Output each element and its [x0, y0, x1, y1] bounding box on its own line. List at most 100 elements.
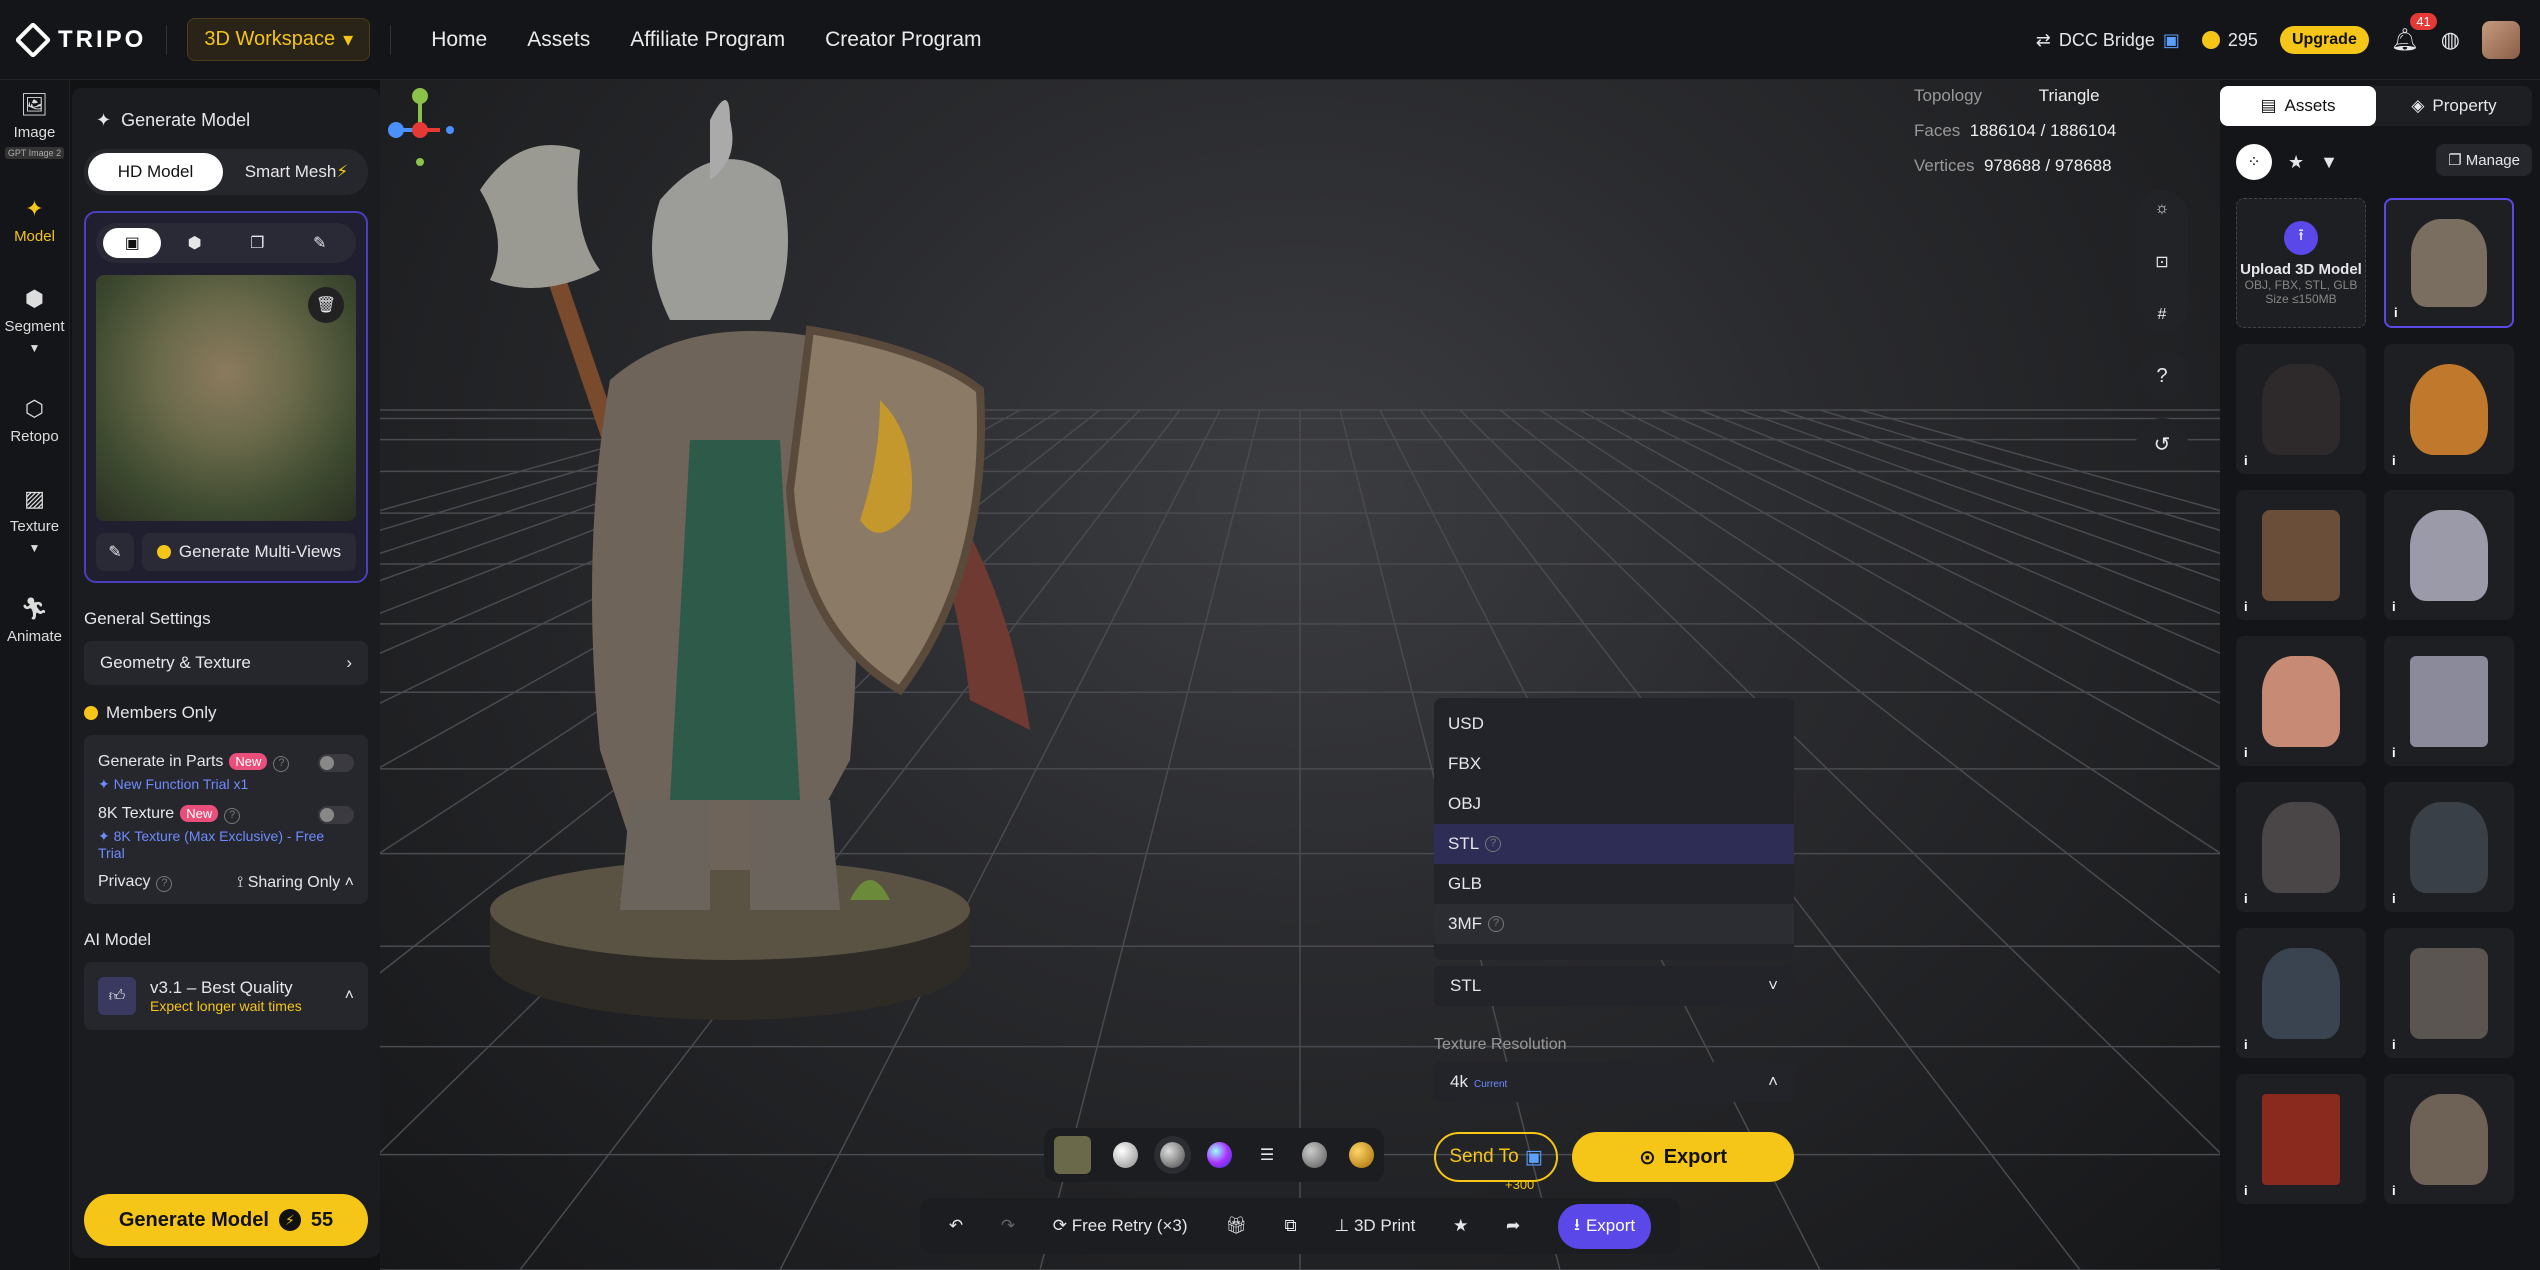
knight-model[interactable] — [380, 80, 1080, 1040]
credits-display[interactable]: 295 — [2201, 30, 2258, 51]
format-option-3mf[interactable]: 3MF? — [1434, 904, 1794, 944]
manage-button[interactable]: ❐ Manage — [2436, 144, 2532, 176]
rail-model[interactable]: ✦ Model — [0, 170, 69, 270]
info-icon[interactable]: i — [2392, 745, 2396, 760]
info-icon[interactable]: i — [2244, 745, 2248, 760]
nav-creator[interactable]: Creator Program — [825, 28, 981, 52]
asset-tile[interactable]: i — [2236, 490, 2366, 620]
star-icon[interactable]: ★ — [2288, 152, 2304, 173]
help-icon[interactable]: ? — [1485, 836, 1502, 852]
camera-icon[interactable]: ⊡ — [2155, 252, 2168, 272]
redo-icon[interactable]: ↷ — [1001, 1216, 1015, 1236]
grid-view-icon[interactable]: ⁘ — [2236, 144, 2272, 180]
upload-3d-model-tile[interactable]: ⭱ Upload 3D Model OBJ, FBX, STL, GLB Siz… — [2236, 198, 2366, 328]
normal-sphere-icon[interactable] — [1207, 1142, 1233, 1168]
texture-resolution-select[interactable]: 4k Current ˄ — [1434, 1062, 1794, 1102]
asset-tile[interactable]: i — [2236, 344, 2366, 474]
format-option-glb[interactable]: GLB — [1434, 864, 1794, 904]
format-option-stl[interactable]: STL? — [1434, 824, 1794, 864]
help-icon[interactable]: ? — [224, 808, 241, 824]
nav-affiliate[interactable]: Affiliate Program — [630, 28, 785, 52]
export-button[interactable]: ⭳ Export — [1558, 1203, 1652, 1249]
asset-tile[interactable]: i — [2384, 636, 2514, 766]
info-icon[interactable]: i — [2244, 891, 2248, 906]
info-icon[interactable]: i — [2392, 1037, 2396, 1052]
info-icon[interactable]: i — [2244, 453, 2248, 468]
history-icon[interactable]: ↺ — [2136, 418, 2188, 470]
rail-texture[interactable]: ▨ Texture ▼ — [0, 470, 69, 570]
8k-texture-toggle[interactable] — [318, 805, 354, 824]
rail-animate[interactable]: 🏃︎ Animate — [0, 570, 69, 670]
gold-sphere-icon[interactable] — [1348, 1142, 1375, 1168]
info-icon[interactable]: i — [2244, 599, 2248, 614]
ai-model-selector[interactable]: 👍︎ v3.1 – Best Quality Expect longer wai… — [84, 962, 368, 1030]
info-icon[interactable]: i — [2244, 1037, 2248, 1052]
clay-sphere-icon[interactable] — [1112, 1142, 1139, 1168]
avatar[interactable] — [2482, 21, 2520, 59]
generate-model-button[interactable]: Generate Model ⚡︎ 55 — [84, 1194, 368, 1246]
sharing-dropdown[interactable]: ⟟ Sharing Only ˄ — [237, 874, 354, 892]
geometry-texture-row[interactable]: Geometry & Texture › — [84, 641, 368, 685]
help-icon[interactable]: ? — [1488, 916, 1504, 932]
format-select[interactable]: STL ˅ — [1434, 966, 1794, 1006]
undo-icon[interactable]: ↶ — [949, 1216, 963, 1236]
asset-tile[interactable]: i — [2236, 1074, 2366, 1204]
single-image-tab[interactable]: ▣ — [103, 228, 162, 258]
asset-tile[interactable]: i — [2236, 928, 2366, 1058]
info-icon[interactable]: i — [2392, 453, 2396, 468]
asset-tile[interactable]: i — [2384, 344, 2514, 474]
info-icon[interactable]: i — [2392, 1183, 2396, 1198]
light-icon[interactable]: ☼ — [2155, 200, 2170, 218]
filter-icon[interactable]: ▼ — [2320, 152, 2338, 173]
share-icon[interactable]: ➦ — [1506, 1216, 1520, 1236]
export-confirm-button[interactable]: ⊙ Export — [1572, 1132, 1794, 1182]
edit-image-button[interactable]: ✎ — [96, 533, 134, 571]
generate-multiviews-button[interactable]: Generate Multi-Views — [142, 533, 356, 571]
help-button[interactable]: ? — [2136, 350, 2188, 402]
asset-tile[interactable]: i — [2384, 198, 2514, 328]
star-icon[interactable]: ★ — [1453, 1216, 1468, 1236]
globe-icon[interactable]: ◍ — [2441, 27, 2460, 53]
multi-image-tab[interactable]: ❐ — [228, 228, 286, 258]
info-icon[interactable]: i — [2394, 305, 2398, 320]
format-option-usd[interactable]: USD — [1434, 704, 1794, 744]
asset-tile[interactable]: i — [2236, 636, 2366, 766]
input-image-preview[interactable]: 🗑︎ — [96, 275, 356, 521]
info-icon[interactable]: i — [2244, 1183, 2248, 1198]
asset-tile[interactable]: i — [2236, 782, 2366, 912]
format-option-obj[interactable]: OBJ — [1434, 784, 1794, 824]
trash-icon[interactable]: 🗑︎ — [308, 287, 344, 323]
reference-thumbnail[interactable] — [1054, 1136, 1091, 1174]
rail-segment[interactable]: ⬢ Segment ▼ — [0, 270, 69, 370]
sliders-icon[interactable]: ☰ — [1254, 1142, 1279, 1168]
tab-assets[interactable]: ▤ Assets — [2220, 86, 2376, 126]
info-icon[interactable]: i — [2392, 891, 2396, 906]
grey-sphere-icon[interactable] — [1301, 1142, 1327, 1168]
3d-viewport[interactable]: Topology Triangle Faces 1886104 / 188610… — [380, 80, 2220, 1270]
rail-image[interactable]: 🖼︎ Image GPT Image 2 — [0, 80, 69, 170]
compare-icon[interactable]: ⧉ — [1285, 1216, 1297, 1236]
text-prompt-tab[interactable]: ✎ — [291, 228, 349, 258]
nav-home[interactable]: Home — [431, 28, 487, 52]
cube-tab[interactable]: ⬢ — [166, 228, 224, 258]
nav-assets[interactable]: Assets — [527, 28, 590, 52]
asset-tile[interactable]: i — [2384, 490, 2514, 620]
tripo-logo[interactable]: TRIPO — [14, 21, 146, 58]
info-icon[interactable]: i — [2392, 599, 2396, 614]
asset-tile[interactable]: i — [2384, 928, 2514, 1058]
rail-retopo[interactable]: ⬡ Retopo — [0, 370, 69, 470]
hd-model-option[interactable]: HD Model — [88, 153, 223, 191]
free-retry-button[interactable]: ⟳ Free Retry (×3) — [1053, 1216, 1188, 1236]
tab-property[interactable]: ◈ Property — [2376, 86, 2532, 126]
gift-icon[interactable]: 🎁︎ — [1225, 1216, 1247, 1236]
smart-mesh-option[interactable]: Smart Mesh ⚡︎ — [229, 153, 364, 191]
3d-print-button[interactable]: ⊥ 3D Print — [1334, 1216, 1415, 1236]
generate-in-parts-toggle[interactable] — [318, 753, 354, 772]
dcc-bridge-button[interactable]: ⇄ DCC Bridge ▣ — [2036, 30, 2180, 51]
help-icon[interactable]: ? — [156, 876, 173, 892]
asset-tile[interactable]: i — [2384, 1074, 2514, 1204]
format-option-fbx[interactable]: FBX — [1434, 744, 1794, 784]
help-icon[interactable]: ? — [273, 756, 290, 772]
workspace-dropdown[interactable]: 3D Workspace ▾ — [187, 18, 371, 61]
textured-sphere-icon[interactable] — [1153, 1136, 1192, 1174]
